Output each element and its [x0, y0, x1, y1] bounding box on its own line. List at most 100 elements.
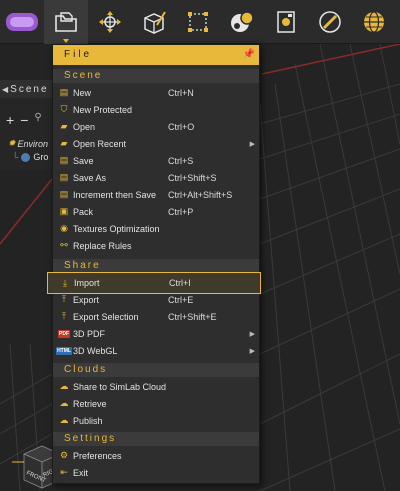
menu-item-save-as[interactable]: ▤ Save As Ctrl+Shift+S	[53, 169, 259, 186]
main-toolbar	[0, 0, 400, 44]
submenu-arrow-icon: ▶	[249, 140, 255, 148]
menu-item-new-protected[interactable]: ⛉ New Protected	[53, 101, 259, 118]
new-file-icon: ▤	[59, 87, 69, 97]
menu-item-retrieve[interactable]: ☁ Retrieve	[53, 395, 259, 412]
vr-headset-button[interactable]	[0, 0, 44, 44]
section-clouds: Clouds	[53, 363, 259, 377]
file-menu: File 📌 Scene ▤ New Ctrl+N ⛉ New Protecte…	[47, 44, 261, 484]
gear-icon: ⚙	[59, 450, 69, 460]
menu-item-shortcut: Ctrl+Shift+S	[168, 172, 217, 183]
render-button[interactable]	[264, 0, 308, 44]
vr-headset-icon	[6, 13, 38, 31]
menu-item-replace-rules[interactable]: ⚯ Replace Rules	[53, 237, 259, 254]
tree-item-environment[interactable]: ✹ Environ	[8, 138, 48, 149]
group-icon	[21, 152, 31, 162]
scene-panel-header[interactable]: ◀ Scene	[0, 80, 52, 98]
menu-item-label: Save	[73, 155, 94, 166]
menu-item-label: 3D WebGL	[73, 345, 118, 356]
menu-item-save[interactable]: ▤ Save Ctrl+S	[53, 152, 259, 169]
menu-item-export[interactable]: ⤒ Export Ctrl+E	[53, 291, 259, 308]
menu-item-shortcut: Ctrl+S	[168, 155, 194, 166]
menu-item-label: Import	[74, 278, 100, 288]
file-menu-icon	[55, 12, 77, 32]
section-settings: Settings	[53, 432, 259, 446]
menu-item-shortcut: Ctrl+E	[168, 294, 194, 305]
menu-item-label: Share to SimLab Cloud	[73, 381, 167, 392]
section-scene: Scene	[53, 69, 259, 83]
textures-optimization-icon: ◉	[60, 223, 68, 233]
submenu-arrow-icon: ▶	[249, 330, 255, 338]
render-icon	[277, 11, 295, 33]
export-icon: ⤒	[62, 294, 66, 304]
increment-save-icon: ▤	[59, 189, 69, 199]
menu-item-textures-optimization[interactable]: ◉ Textures Optimization	[53, 220, 259, 237]
menu-item-shortcut: Ctrl+Shift+E	[168, 311, 217, 322]
menu-item-label: 3D PDF	[73, 328, 106, 339]
menu-item-export-selection[interactable]: ⤒ Export Selection Ctrl+Shift+E	[53, 308, 259, 325]
menu-item-label: Publish	[73, 415, 103, 426]
export-selection-icon: ⤒	[62, 311, 66, 321]
menu-item-label: Retrieve	[73, 398, 107, 409]
menu-item-3d-webgl[interactable]: HTML 3D WebGL ▶	[53, 342, 259, 359]
html-icon: HTML	[56, 344, 72, 358]
menu-item-label: Textures Optimization	[73, 223, 160, 234]
collapse-arrow-icon[interactable]: ◀	[2, 85, 8, 94]
materials-icon	[231, 11, 254, 32]
menu-item-pack[interactable]: ▣ Pack Ctrl+P	[53, 203, 259, 220]
transform-button[interactable]	[88, 0, 132, 44]
add-icon[interactable]: +	[6, 112, 14, 128]
menu-item-exit[interactable]: ⇤ Exit	[53, 464, 259, 481]
remove-icon[interactable]: −	[20, 112, 28, 128]
menu-item-preferences[interactable]: ⚙ Preferences	[53, 447, 259, 464]
menu-item-label: New	[73, 87, 92, 98]
menu-item-3d-pdf[interactable]: PDF 3D PDF ▶	[53, 325, 259, 342]
menu-item-label: Preferences	[73, 450, 122, 461]
pack-icon: ▣	[59, 206, 69, 216]
tree-item-label: Gro	[33, 152, 49, 162]
file-menu-button[interactable]	[44, 0, 88, 44]
globe-button[interactable]	[352, 0, 396, 44]
menu-item-new[interactable]: ▤ New Ctrl+N	[53, 84, 259, 101]
menu-item-label: Open Recent	[73, 138, 127, 149]
globe-icon	[364, 11, 384, 33]
exit-icon: ⇤	[60, 467, 68, 477]
sun-icon: ✹	[8, 138, 16, 148]
menu-item-label: Open	[73, 121, 96, 132]
pdf-tag: PDF	[58, 329, 70, 338]
menu-item-share-cloud[interactable]: ☁ Share to SimLab Cloud	[53, 378, 259, 395]
html-tag: HTML	[56, 346, 72, 355]
menu-item-publish[interactable]: ☁ Publish	[53, 412, 259, 429]
selection-box-icon	[188, 12, 208, 32]
menu-title: File 📌	[53, 45, 259, 65]
section-share: Share	[53, 259, 259, 273]
menu-item-open[interactable]: ▰ Open Ctrl+O	[53, 118, 259, 135]
replace-rules-icon: ⚯	[60, 240, 68, 250]
import-icon: ⤓	[63, 277, 67, 288]
shield-icon: ⛉	[60, 104, 68, 114]
menu-item-open-recent[interactable]: ▰ Open Recent ▶	[53, 135, 259, 152]
link-icon[interactable]: ⚲	[34, 112, 41, 128]
submenu-arrow-icon: ▶	[249, 347, 255, 355]
menu-item-label: Save As	[73, 172, 107, 183]
menu-item-increment-save[interactable]: ▤ Increment then Save Ctrl+Alt+Shift+S	[53, 186, 259, 203]
menu-item-shortcut: Ctrl+I	[169, 278, 191, 288]
tree-item-group[interactable]: └ Gro	[12, 152, 48, 162]
menu-item-label: Increment then Save	[73, 189, 157, 200]
pin-icon[interactable]: 📌	[243, 45, 255, 65]
cloud-publish-icon: ☁	[59, 415, 69, 425]
box-edit-button[interactable]	[132, 0, 176, 44]
scene-panel-title: Scene	[10, 83, 49, 95]
draw-button[interactable]	[308, 0, 352, 44]
tree-item-label: Environ	[17, 138, 49, 149]
selection-button[interactable]	[176, 0, 220, 44]
active-indicator	[63, 39, 69, 43]
scene-tools: + − ⚲	[6, 112, 42, 128]
menu-item-shortcut: Ctrl+Alt+Shift+S	[168, 189, 233, 200]
materials-button[interactable]	[220, 0, 264, 44]
menu-item-shortcut: Ctrl+O	[168, 121, 195, 132]
menu-title-label: File	[64, 49, 93, 60]
folder-recent-icon: ▰	[60, 138, 68, 148]
menu-item-label: Export Selection	[73, 311, 139, 322]
pdf-icon: PDF	[57, 327, 71, 341]
tree-branch-icon: └	[12, 152, 19, 162]
